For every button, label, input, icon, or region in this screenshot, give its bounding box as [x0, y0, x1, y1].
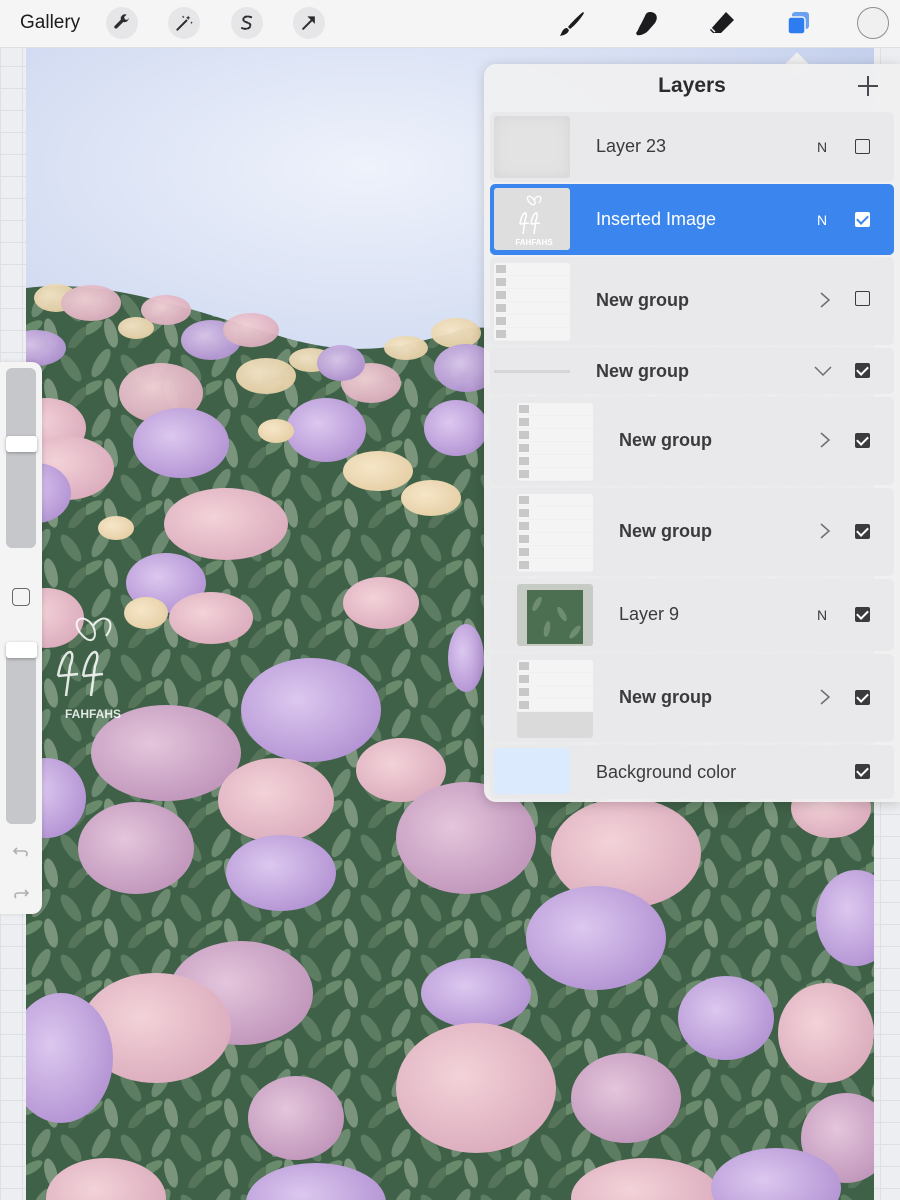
visibility-checkbox[interactable] [855, 690, 870, 705]
gallery-button[interactable]: Gallery [20, 12, 80, 34]
chevron-right-icon[interactable] [818, 688, 832, 706]
layer-name: Background color [596, 762, 737, 782]
group-row[interactable]: New group [490, 257, 894, 345]
watermark-logo: FAHFAHS [38, 606, 148, 726]
blend-mode-button[interactable]: N [817, 607, 827, 623]
layer-row-selected[interactable]: FAHFAHS Inserted Image N [490, 184, 894, 255]
chevron-right-icon[interactable] [818, 522, 832, 540]
chevron-right-icon[interactable] [818, 431, 832, 449]
group-name: New group [619, 430, 712, 450]
selection-button[interactable] [231, 7, 263, 39]
layer-thumbnail [517, 584, 593, 646]
visibility-checkbox[interactable] [855, 291, 870, 306]
blend-mode-button[interactable]: N [817, 212, 827, 228]
eraser-icon [709, 12, 734, 33]
brush-size-thumb[interactable] [6, 436, 37, 452]
group-name: New group [596, 290, 689, 310]
group-row-expanded[interactable]: New group [490, 348, 894, 394]
visibility-checkbox[interactable] [855, 607, 870, 622]
layer-name: Layer 9 [619, 604, 680, 624]
layer-thumbnail [494, 116, 570, 178]
adjustments-button[interactable] [168, 7, 200, 39]
left-sidebar [0, 362, 42, 914]
smudge-icon [636, 12, 657, 36]
nested-group-row[interactable]: New group [490, 654, 894, 742]
panel-title: Layers [658, 74, 726, 97]
group-name: New group [619, 521, 712, 541]
nested-group-row[interactable]: New group [490, 488, 894, 576]
visibility-checkbox[interactable] [855, 212, 870, 227]
blend-mode-button[interactable]: N [817, 139, 827, 155]
color-picker-button[interactable] [857, 7, 889, 39]
layer-name: Layer 23 [596, 136, 667, 156]
eraser-button[interactable] [704, 6, 740, 42]
visibility-checkbox[interactable] [855, 764, 870, 779]
brush-icon [560, 12, 584, 36]
transform-arrow-icon [302, 16, 315, 30]
brush-button[interactable] [554, 6, 590, 42]
add-layer-button[interactable] [856, 74, 880, 98]
undo-icon [12, 847, 28, 857]
layers-icon [787, 12, 809, 35]
group-name: New group [596, 361, 689, 381]
nested-layer-row[interactable]: Layer 9 N [490, 579, 894, 651]
redo-button[interactable] [11, 884, 31, 904]
group-name: New group [619, 687, 712, 707]
group-thumbnail [517, 403, 593, 481]
group-thumbnail [517, 660, 593, 738]
redo-icon [14, 889, 30, 899]
undo-button[interactable] [11, 842, 31, 862]
transform-button[interactable] [293, 7, 325, 39]
group-thumbnail [517, 494, 593, 572]
nested-group-row[interactable]: New group [490, 397, 894, 485]
chevron-down-icon[interactable] [813, 364, 833, 378]
visibility-checkbox[interactable] [855, 433, 870, 448]
smudge-button[interactable] [629, 6, 665, 42]
visibility-checkbox[interactable] [855, 524, 870, 539]
group-thumbnail [494, 263, 570, 341]
background-color-swatch[interactable] [494, 748, 570, 794]
visibility-checkbox[interactable] [855, 363, 870, 378]
modify-button[interactable] [12, 588, 30, 606]
layer-thumbnail: FAHFAHS [494, 188, 570, 250]
actions-button[interactable] [106, 7, 138, 39]
selection-icon [241, 15, 253, 30]
layers-panel: Layers Layer 23 N FAHFAHS Inserted Image… [484, 64, 900, 802]
background-color-row[interactable]: Background color [490, 745, 894, 799]
top-toolbar: Gallery [0, 0, 900, 48]
layer-row[interactable]: Layer 23 N [490, 112, 894, 182]
wrench-icon [114, 14, 129, 29]
svg-text:FAHFAHS: FAHFAHS [65, 707, 121, 721]
magic-wand-icon [176, 15, 193, 31]
chevron-right-icon[interactable] [818, 291, 832, 309]
opacity-thumb[interactable] [6, 642, 37, 658]
layer-name: Inserted Image [596, 209, 717, 229]
group-divider [494, 370, 570, 373]
layers-button[interactable] [780, 6, 816, 42]
brush-size-slider[interactable] [6, 368, 36, 548]
opacity-slider[interactable] [6, 642, 36, 824]
visibility-checkbox[interactable] [855, 139, 870, 154]
svg-text:FAHFAHS: FAHFAHS [515, 238, 553, 247]
